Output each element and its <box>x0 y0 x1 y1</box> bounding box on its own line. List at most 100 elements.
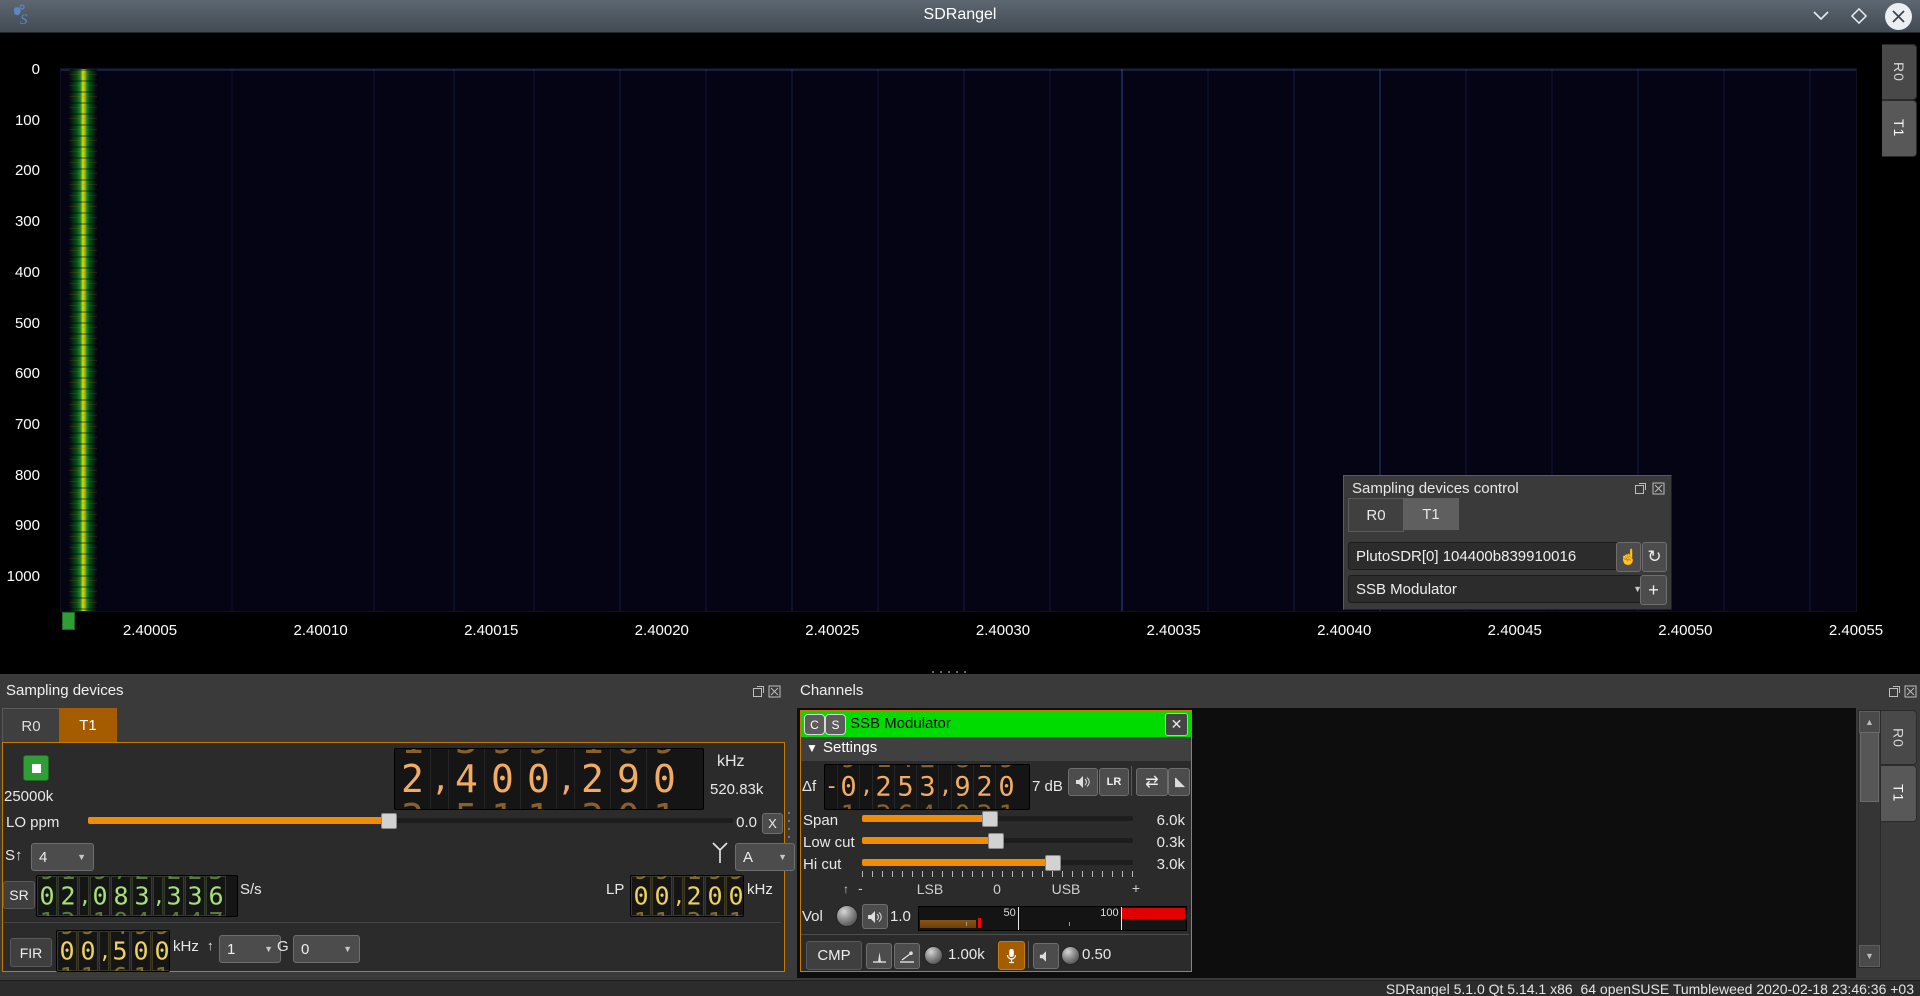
audio-mute-button[interactable] <box>1068 768 1098 796</box>
fir-gain-select[interactable]: 0 ▼ <box>293 935 360 963</box>
dial-digit[interactable]: - <box>825 765 837 809</box>
device-tab-r0[interactable]: R0 <box>2 708 60 744</box>
spectrum-tab-t1[interactable]: T1 <box>1882 100 1917 157</box>
compressor-button[interactable]: CMP <box>806 941 862 970</box>
dial-digit[interactable]: 901 <box>651 876 672 916</box>
scroll-up-icon[interactable]: ▲ <box>1859 711 1880 733</box>
feedback-volume-knob[interactable] <box>1061 946 1080 965</box>
center-frequency-dial[interactable]: 123,345901901,123890901 <box>394 748 704 810</box>
delta-f-dial[interactable]: -901,123456234,890123901 <box>824 764 1030 810</box>
float-panel-icon[interactable] <box>752 685 765 698</box>
dial-digit[interactable]: 234 <box>184 876 205 916</box>
stereo-lr-button[interactable]: LR <box>1099 768 1129 796</box>
channel-s-badge[interactable]: S <box>825 714 846 735</box>
dial-digit[interactable]: 456 <box>894 765 916 809</box>
start-stop-button[interactable] <box>23 755 49 781</box>
dial-digit[interactable]: 890 <box>610 749 646 809</box>
dial-digit[interactable]: 901 <box>57 931 77 971</box>
audio-feedback-button[interactable] <box>1033 943 1059 969</box>
minimize-icon[interactable] <box>1809 4 1833 28</box>
dial-digit[interactable]: 123 <box>973 765 995 809</box>
dial-digit[interactable]: , <box>938 765 951 809</box>
popup-float-icon[interactable] <box>1634 482 1647 495</box>
span-slider[interactable] <box>862 810 1133 826</box>
mic-input-button[interactable] <box>998 941 1025 970</box>
dial-digit[interactable]: , <box>152 876 163 916</box>
dial-digit[interactable]: 123 <box>683 876 704 916</box>
popup-close-icon[interactable] <box>1652 482 1665 495</box>
channel-c-badge[interactable]: C <box>804 714 825 735</box>
sample-rate-dial[interactable]: 901123,901789234,234234567 <box>36 875 238 917</box>
dial-digit[interactable]: 901 <box>995 765 1017 809</box>
device-change-button[interactable]: ☝ <box>1616 542 1641 572</box>
settings-spoiler[interactable]: ▼ Settings <box>801 737 1191 761</box>
morse-keyer-button[interactable] <box>894 943 920 969</box>
dial-digit[interactable]: 901 <box>37 876 57 916</box>
close-icon[interactable] <box>1885 3 1912 30</box>
lo-ppm-reset-button[interactable]: X <box>762 813 783 834</box>
antenna-select[interactable]: A ▼ <box>735 843 795 871</box>
dial-digit[interactable]: , <box>556 749 574 809</box>
hi-cut-slider[interactable] <box>862 854 1133 870</box>
scroll-down-icon[interactable]: ▼ <box>1859 945 1880 967</box>
volume-knob[interactable] <box>836 905 858 927</box>
dial-digit[interactable]: 901 <box>631 876 651 916</box>
dial-digit[interactable]: 456 <box>109 931 130 971</box>
maximize-icon[interactable] <box>1847 4 1871 28</box>
fir-button[interactable]: FIR <box>10 938 52 967</box>
dial-digit[interactable]: 901 <box>837 765 859 809</box>
tone-button[interactable] <box>866 943 892 969</box>
dial-digit[interactable]: 901 <box>484 749 520 809</box>
sideband-flip-button[interactable]: ⇄ <box>1136 768 1168 796</box>
dial-digit[interactable]: 901 <box>130 931 151 971</box>
channels-tab-t1[interactable]: T1 <box>1881 765 1917 822</box>
dial-digit[interactable]: 890 <box>951 765 973 809</box>
add-channel-button[interactable]: + <box>1640 575 1667 605</box>
dial-digit[interactable]: 123 <box>872 765 894 809</box>
channels-tab-r0[interactable]: R0 <box>1881 710 1917 765</box>
fir-bandwidth-dial[interactable]: 901901,456901901 <box>56 930 170 972</box>
dial-digit[interactable]: 123 <box>395 749 430 809</box>
dial-digit[interactable]: 901 <box>77 931 98 971</box>
dial-digit[interactable]: 901 <box>725 876 744 916</box>
dsb-filter-button[interactable] <box>1168 768 1190 796</box>
channel-close-button[interactable]: ✕ <box>1165 713 1188 736</box>
float-panel-icon[interactable] <box>1888 685 1901 698</box>
scrollbar-thumb[interactable] <box>1860 732 1879 802</box>
close-panel-icon[interactable] <box>768 685 781 698</box>
popup-tab-r0[interactable]: R0 <box>1348 498 1404 532</box>
dial-digit[interactable]: , <box>672 876 683 916</box>
sample-rate-mode-button[interactable]: SR <box>3 881 35 909</box>
tone-frequency-knob[interactable] <box>924 946 943 965</box>
dial-digit[interactable]: 901 <box>151 931 170 971</box>
dial-digit[interactable]: 345 <box>448 749 484 809</box>
dial-digit[interactable]: 123 <box>574 749 610 809</box>
device-tab-t1[interactable]: T1 <box>59 708 117 742</box>
dial-digit[interactable]: 123 <box>57 876 78 916</box>
dial-digit[interactable]: 901 <box>520 749 556 809</box>
dial-digit[interactable]: 789 <box>110 876 131 916</box>
dial-digit[interactable]: 234 <box>163 876 184 916</box>
dial-digit[interactable]: 901 <box>704 876 725 916</box>
panel-splitter-handle[interactable] <box>788 812 790 838</box>
dial-digit[interactable]: 901 <box>646 749 682 809</box>
channel-type-select[interactable]: SSB Modulator ▼ <box>1348 575 1650 603</box>
dial-digit[interactable]: 901 <box>89 876 110 916</box>
channels-scrollbar[interactable]: ▲ ▼ <box>1858 710 1881 968</box>
dock-splitter-handle[interactable] <box>932 671 966 673</box>
lo-ppm-slider[interactable] <box>88 812 733 828</box>
dial-digit[interactable]: , <box>859 765 872 809</box>
dial-digit[interactable]: 234 <box>131 876 152 916</box>
audio-monitor-button[interactable] <box>862 904 888 929</box>
dial-digit[interactable]: , <box>78 876 89 916</box>
interp-select[interactable]: 4 ▼ <box>31 843 94 871</box>
popup-tab-t1[interactable]: T1 <box>1403 498 1459 530</box>
channel-title-bar[interactable]: C S SSB Modulator ✕ <box>801 711 1191 737</box>
lp-cutoff-dial[interactable]: 901901,123901901 <box>630 875 744 917</box>
dial-digit[interactable]: , <box>98 931 109 971</box>
fir-chain-select[interactable]: 1 ▼ <box>219 935 281 963</box>
dial-digit[interactable]: 234 <box>916 765 938 809</box>
device-select[interactable]: PlutoSDR[0] 104400b839910016 <box>1348 542 1626 570</box>
dial-digit[interactable]: 567 <box>205 876 226 916</box>
device-reload-button[interactable]: ↻ <box>1642 542 1667 572</box>
